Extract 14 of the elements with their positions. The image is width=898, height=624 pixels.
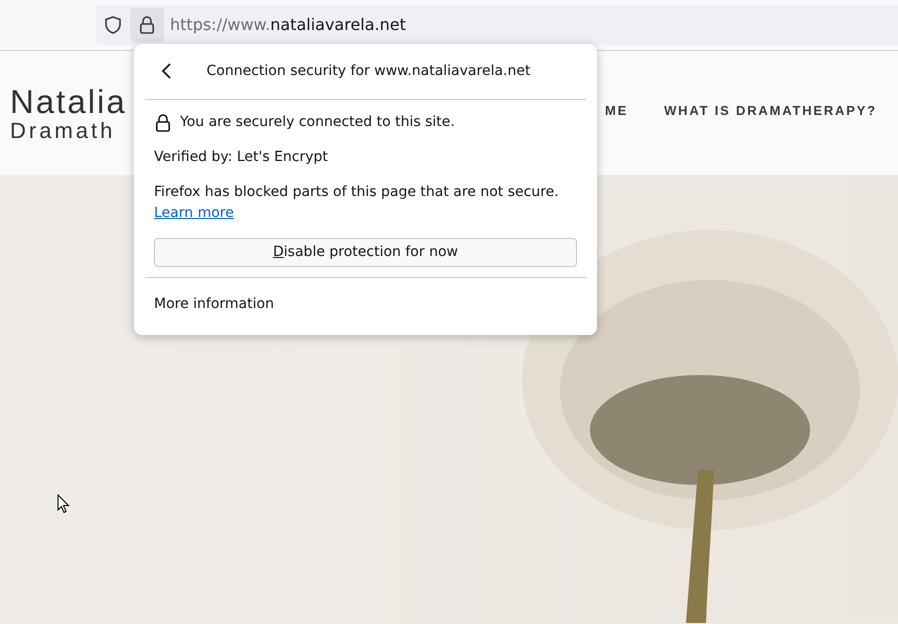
nav-link[interactable]: WHAT IS DRAMATHERAPY? xyxy=(664,101,877,121)
more-information-item[interactable]: More information xyxy=(154,296,274,312)
nav-link[interactable]: ME xyxy=(605,101,628,121)
lock-icon xyxy=(154,112,172,132)
blocked-content-text: Firefox has blocked parts of this page that are not secure. xyxy=(154,183,560,202)
secure-connection-text: You are securely connected to this site. xyxy=(180,113,455,132)
logo[interactable]: Natalia Dramath xyxy=(10,84,130,142)
verified-by-text: Verified by: Let's Encrypt xyxy=(154,148,329,167)
learn-more-link[interactable]: Learn more xyxy=(154,205,234,221)
disable-protection-button[interactable]: Disable protection for now xyxy=(154,238,577,267)
mouse-cursor-icon xyxy=(57,494,70,514)
lock-icon[interactable] xyxy=(130,8,164,42)
address-field[interactable]: https://www.nataliavarela.net xyxy=(170,13,406,37)
popup-title: Connection security for www.nataliavarela.net xyxy=(206,62,532,81)
